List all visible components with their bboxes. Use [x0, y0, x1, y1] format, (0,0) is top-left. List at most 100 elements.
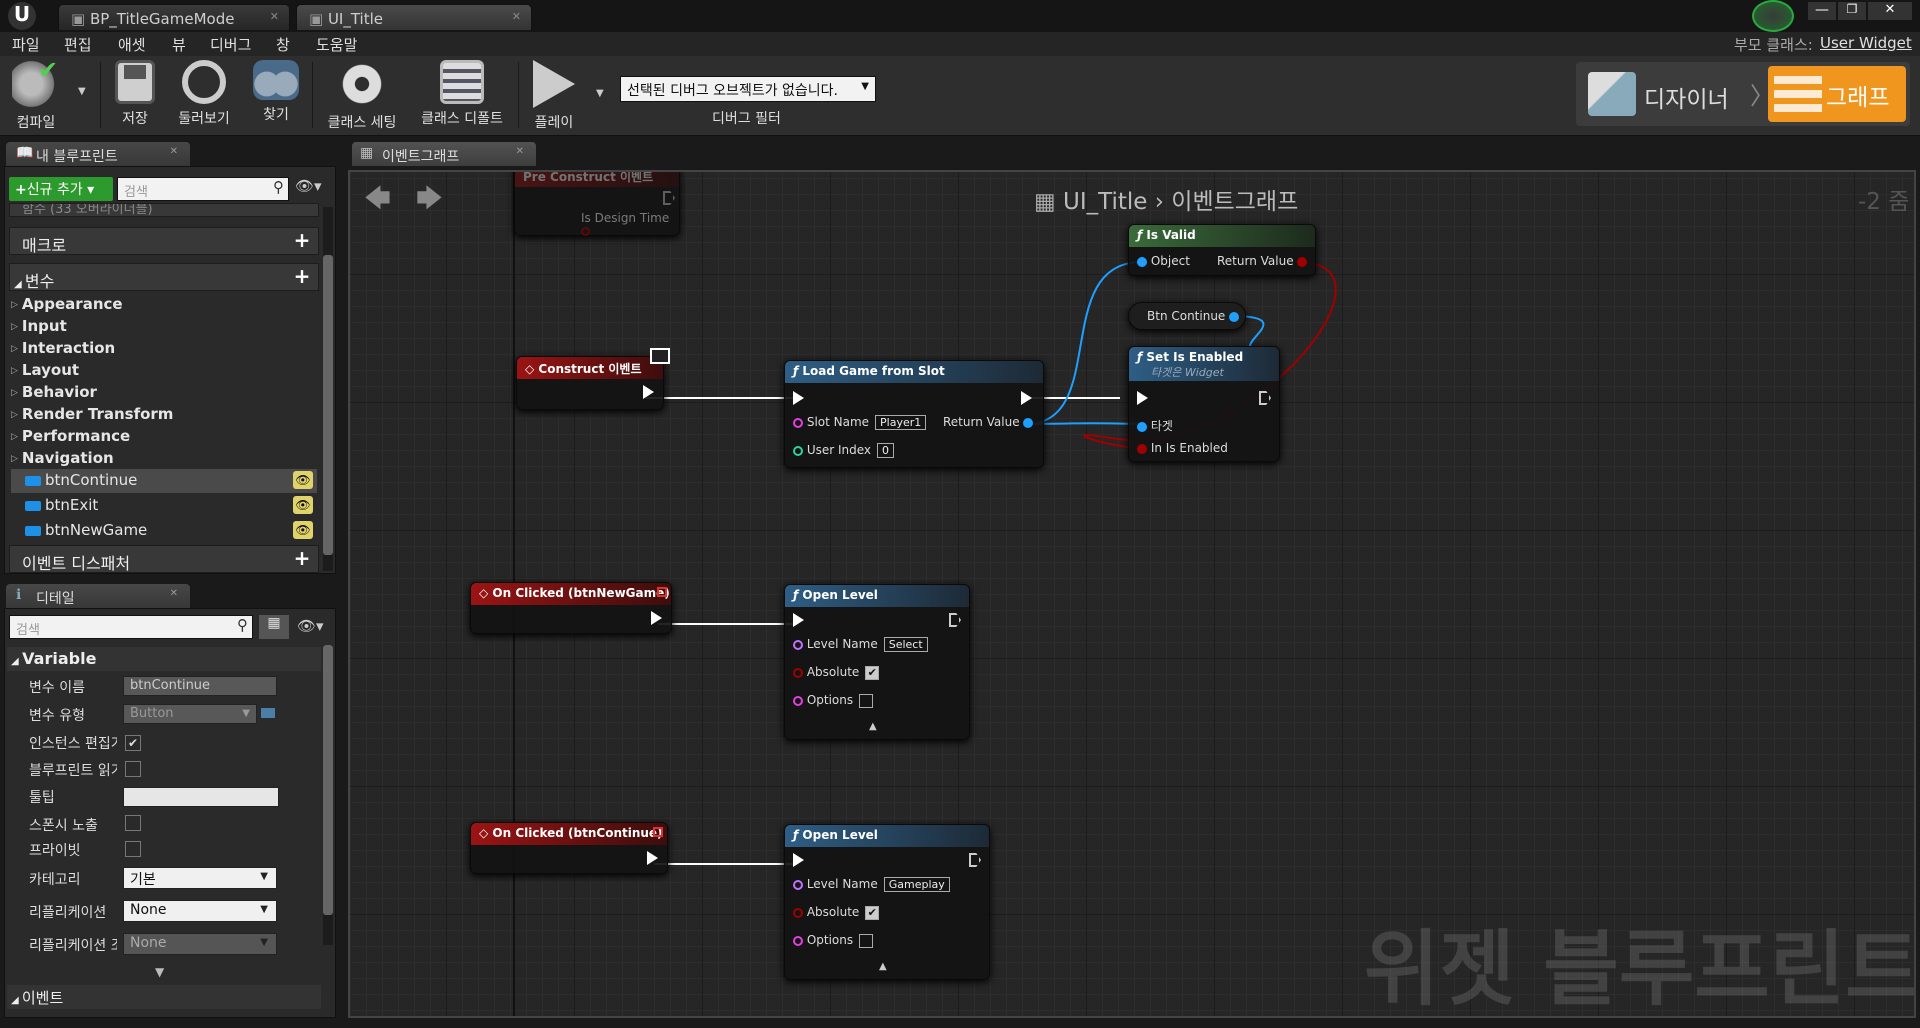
- category-performance[interactable]: Performance: [11, 427, 130, 445]
- close-icon[interactable]: ✕: [516, 146, 524, 157]
- exec-out-pin[interactable]: [643, 385, 654, 399]
- add-new-button[interactable]: +신규 추가 ▾: [9, 177, 113, 201]
- node-is-valid[interactable]: ƒ Is Valid Object Return Value: [1128, 224, 1316, 276]
- scrollbar[interactable]: [323, 207, 333, 571]
- play-button[interactable]: 플레이: [526, 60, 582, 132]
- maximize-button[interactable]: ❐: [1838, 2, 1866, 20]
- forward-arrow-icon[interactable]: 🡆: [416, 180, 443, 224]
- node-load-game-from-slot[interactable]: ƒ Load Game from Slot Slot Name Player1 U…: [784, 360, 1044, 468]
- user-index-pin[interactable]: User Index 0: [793, 443, 895, 458]
- category-navigation[interactable]: Navigation: [11, 449, 114, 467]
- compile-options-arrow[interactable]: ▼: [78, 86, 86, 97]
- class-defaults-button[interactable]: 클래스 디폴트: [414, 60, 510, 128]
- var-name-field[interactable]: btnContinue: [123, 676, 277, 696]
- exec-in-pin[interactable]: [793, 613, 804, 627]
- variable-btnexit[interactable]: btnExit 👁: [11, 494, 317, 518]
- absolute-pin[interactable]: Absolute ✔: [793, 665, 880, 680]
- close-icon[interactable]: ✕: [170, 146, 178, 157]
- in-is-enabled-pin[interactable]: In Is Enabled: [1137, 441, 1228, 455]
- level-name-value[interactable]: Gameplay: [883, 877, 950, 892]
- view-options-icon[interactable]: 👁▾: [295, 177, 322, 195]
- save-button[interactable]: 저장: [110, 60, 160, 128]
- play-options-arrow[interactable]: ▼: [596, 88, 604, 99]
- unreal-logo-icon[interactable]: U: [8, 2, 36, 30]
- exec-in-pin[interactable]: [793, 391, 804, 405]
- expand-more-icon[interactable]: ▼: [155, 965, 164, 979]
- node-set-is-enabled[interactable]: ƒ Set Is Enabled 타겟은 Widget 타겟 In Is Enab…: [1128, 346, 1280, 462]
- node-construct-event[interactable]: ◇ Construct 이벤트: [516, 356, 664, 410]
- events-section-header[interactable]: ◢ 이벤트: [7, 985, 321, 1009]
- expose-spawn-checkbox[interactable]: [125, 815, 141, 831]
- absolute-checkbox[interactable]: ✔: [865, 905, 880, 920]
- exec-out-pin[interactable]: [1021, 391, 1032, 405]
- parent-class-link[interactable]: User Widget: [1820, 34, 1912, 52]
- level-name-pin[interactable]: Level Name Gameplay: [793, 877, 950, 892]
- node-btn-continue-getter[interactable]: Btn Continue: [1128, 302, 1246, 330]
- is-design-time-pin[interactable]: Is Design Time: [581, 211, 679, 239]
- graph-mode-button[interactable]: 그래프: [1768, 66, 1906, 122]
- menu-view[interactable]: 뷰: [172, 34, 186, 55]
- menu-file[interactable]: 파일: [12, 34, 40, 55]
- var-type-dropdown[interactable]: Button ▼: [123, 704, 257, 724]
- menu-edit[interactable]: 편집: [64, 34, 92, 55]
- add-macro-button[interactable]: +: [292, 230, 312, 251]
- source-control-icon[interactable]: [1752, 0, 1794, 32]
- macros-section[interactable]: 매크로 +: [9, 227, 319, 255]
- tooltip-field[interactable]: [123, 787, 279, 807]
- category-appearance[interactable]: Appearance: [11, 295, 123, 313]
- variables-section[interactable]: ◢ 변수 +: [9, 263, 319, 291]
- btn-continue-pin[interactable]: Btn Continue: [1147, 309, 1240, 323]
- instance-editable-checkbox[interactable]: ✔: [125, 735, 141, 751]
- node-open-level-gameplay[interactable]: ƒ Open Level Level Name Gameplay Absolute…: [784, 824, 990, 980]
- designer-mode-button[interactable]: 디자이너: [1588, 70, 1766, 118]
- exec-out-pin[interactable]: [949, 613, 961, 627]
- add-variable-button[interactable]: +: [292, 266, 312, 287]
- level-name-value[interactable]: Select: [883, 637, 928, 652]
- collapse-arrow-icon[interactable]: ▲: [879, 961, 887, 972]
- class-settings-button[interactable]: 클래스 세팅: [320, 60, 404, 132]
- back-arrow-icon[interactable]: 🡄: [364, 180, 391, 224]
- event-graph-canvas[interactable]: 🡄 🡆 ▦ UI_Title › 이벤트그래프 -2 줌 위젯 블루프린트 Pr…: [348, 170, 1916, 1018]
- close-window-button[interactable]: ✕: [1868, 2, 1912, 20]
- browse-button[interactable]: 둘러보기: [172, 60, 236, 128]
- functions-section-clipped[interactable]: 함수 (33 오버라이더블): [9, 203, 319, 217]
- exec-out-pin[interactable]: [1259, 391, 1271, 405]
- delegate-pin[interactable]: [657, 587, 667, 597]
- absolute-pin[interactable]: Absolute ✔: [793, 905, 880, 920]
- debug-object-select[interactable]: 선택된 디버그 오브젝트가 없습니다. ▼: [620, 76, 876, 102]
- user-index-value[interactable]: 0: [877, 443, 895, 458]
- category-dropdown[interactable]: 기본: [123, 867, 277, 889]
- category-interaction[interactable]: Interaction: [11, 339, 115, 357]
- exec-out-pin[interactable]: [663, 191, 675, 205]
- target-pin[interactable]: 타겟: [1137, 417, 1173, 434]
- close-icon[interactable]: ✕: [512, 10, 521, 23]
- variable-section-header[interactable]: ◢ Variable: [7, 647, 321, 671]
- slot-name-value[interactable]: Player1: [875, 415, 927, 430]
- replication-dropdown[interactable]: None: [123, 900, 277, 922]
- category-render-transform[interactable]: Render Transform: [11, 405, 174, 423]
- variable-btnnewgame[interactable]: btnNewGame 👁: [11, 519, 317, 543]
- menu-asset[interactable]: 애셋: [118, 34, 146, 55]
- exec-out-pin[interactable]: [647, 851, 658, 865]
- options-pin[interactable]: Options: [793, 693, 874, 708]
- exec-in-pin[interactable]: [793, 853, 804, 867]
- compile-button[interactable]: ✔ 컴파일: [8, 56, 64, 132]
- node-on-clicked-continue[interactable]: ◇ On Clicked (btnContinue): [470, 822, 668, 874]
- add-dispatcher-button[interactable]: +: [292, 548, 312, 569]
- event-dispatchers-section[interactable]: 이벤트 디스패처 +: [9, 545, 319, 573]
- find-button[interactable]: 찾기: [248, 60, 304, 124]
- close-icon[interactable]: ✕: [170, 588, 178, 599]
- options-field[interactable]: [859, 693, 874, 708]
- options-pin[interactable]: Options: [793, 933, 874, 948]
- category-behavior[interactable]: Behavior: [11, 383, 97, 401]
- search-input[interactable]: 검색 ⚲: [117, 177, 289, 201]
- variable-btncontinue[interactable]: btnContinue 👁: [11, 469, 317, 493]
- options-field[interactable]: [859, 933, 874, 948]
- object-pin[interactable]: Object: [1137, 254, 1190, 268]
- details-search-input[interactable]: 검색 ⚲: [9, 615, 253, 639]
- exec-out-pin[interactable]: [651, 611, 662, 625]
- node-on-clicked-newgame[interactable]: ◇ On Clicked (btnNewGame): [470, 582, 672, 634]
- close-icon[interactable]: ✕: [270, 10, 279, 23]
- eye-icon[interactable]: 👁: [293, 496, 313, 514]
- isvalid-return-pin[interactable]: Return Value: [1217, 254, 1308, 268]
